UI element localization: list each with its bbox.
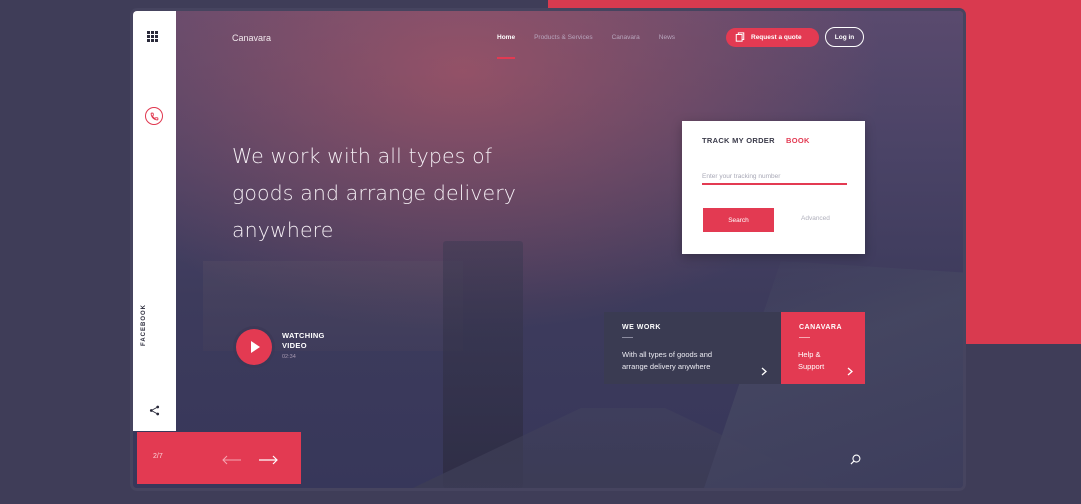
nav-item-news[interactable]: News: [659, 34, 675, 41]
arrow-right-icon[interactable]: [258, 452, 278, 470]
help-support-card[interactable]: CANAVARA Help & Support: [781, 312, 865, 384]
chevron-right-icon[interactable]: [761, 363, 767, 381]
left-sidebar: FACEBOOK: [133, 11, 176, 431]
tab-book[interactable]: BOOK: [786, 136, 810, 145]
card-title: CANAVARA: [799, 324, 843, 331]
card-text: Help & Support: [798, 349, 824, 373]
card-divider: [622, 337, 633, 338]
search-button[interactable]: Search: [703, 208, 774, 232]
nav-item-home[interactable]: Home: [497, 34, 516, 59]
card-text-line: Support: [798, 362, 825, 371]
card-text-line: Help &: [798, 350, 821, 359]
tab-track-my-order[interactable]: TRACK MY ORDER: [702, 136, 775, 145]
request-quote-label: Request a quote: [751, 34, 802, 41]
video-title[interactable]: WATCHING VIDEO: [282, 331, 342, 351]
card-text-line: With all types of goods and: [622, 350, 713, 359]
share-icon[interactable]: [149, 403, 160, 421]
slide-pager: 2/7: [137, 432, 301, 484]
nav-active-indicator: [497, 57, 516, 59]
phone-icon[interactable]: [145, 107, 163, 125]
play-video-button[interactable]: [236, 329, 272, 365]
video-duration: 02:34: [282, 354, 296, 360]
video-title-line: VIDEO: [282, 341, 307, 350]
request-quote-button[interactable]: Request a quote: [726, 28, 819, 47]
main-nav: Home Products & Services Canavara News: [497, 34, 675, 59]
slide-counter: 2/7: [153, 453, 163, 460]
we-work-card[interactable]: WE WORK With all types of goods and arra…: [604, 312, 782, 384]
arrow-left-icon[interactable]: [222, 452, 242, 470]
advanced-search-link[interactable]: Advanced: [801, 215, 830, 222]
tracking-card: TRACK MY ORDER BOOK Search Advanced: [682, 121, 865, 254]
video-title-line: WATCHING: [282, 331, 325, 340]
hero-headline-line: We work with all types of: [232, 144, 493, 168]
chevron-right-icon[interactable]: [847, 363, 853, 381]
login-button[interactable]: Log in: [825, 27, 864, 47]
grid-menu-icon[interactable]: [147, 31, 158, 42]
hero-frame: FACEBOOK 2/7 Canavara Home Products & Se…: [133, 11, 963, 488]
tracking-number-input[interactable]: [702, 169, 847, 185]
document-copy-icon: [735, 31, 745, 44]
card-text-line: arrange delivery anywhere: [622, 362, 711, 371]
nav-item-canavara[interactable]: Canavara: [612, 34, 640, 41]
nav-item-label: Home: [497, 34, 516, 41]
hero-headline-line: goods and arrange delivery: [232, 181, 517, 205]
search-icon[interactable]: [850, 452, 861, 470]
card-text: With all types of goods and arrange deli…: [622, 349, 712, 373]
brand-logo[interactable]: Canavara: [232, 33, 271, 43]
hero-headline: We work with all types of goods and arra…: [232, 138, 532, 249]
facebook-link[interactable]: FACEBOOK: [141, 304, 147, 346]
hero-headline-line: anywhere: [232, 218, 334, 242]
card-divider: [799, 337, 810, 338]
nav-item-products-services[interactable]: Products & Services: [534, 34, 593, 41]
card-title: WE WORK: [622, 324, 661, 331]
